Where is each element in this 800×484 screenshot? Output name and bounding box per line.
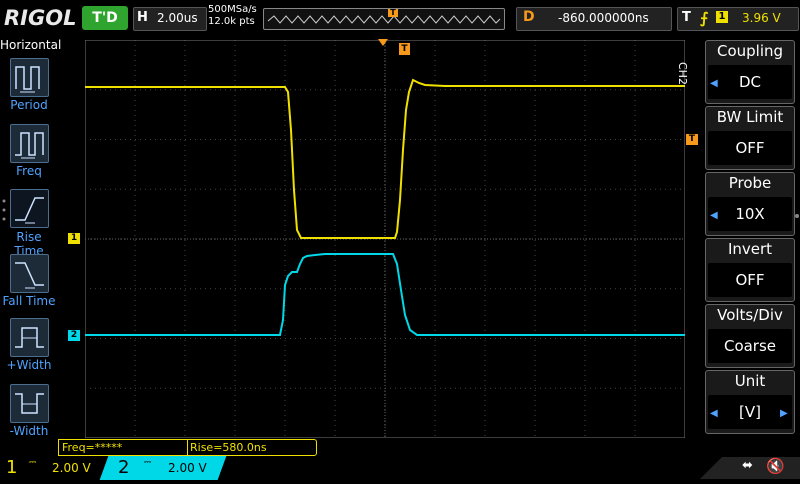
ch1-dc-coupling-icon: ⎓ (29, 458, 37, 468)
ch2-dc-coupling-icon: ⎓ (144, 458, 152, 468)
unit-title: Unit (734, 372, 766, 390)
brand-logo: RIGOL (4, 6, 77, 30)
ch2-number: 2 (118, 457, 130, 478)
invert-value: OFF (735, 271, 765, 289)
speaker-mute-icon: 🔇 (766, 457, 785, 475)
pos-width-button[interactable] (10, 318, 49, 357)
neg-width-button[interactable] (10, 384, 49, 423)
probe-title: Probe (728, 174, 772, 192)
horizontal-label: H (137, 10, 148, 25)
ch2-offset-marker[interactable]: 2 (68, 330, 80, 341)
bw-limit-value: OFF (735, 139, 765, 157)
trigger-center-marker (378, 39, 388, 46)
menu-page-dots (2, 198, 6, 222)
coupling-arrow-icon: ◀ (710, 78, 718, 89)
run-status-badge[interactable]: T'D (82, 6, 128, 30)
trigger-position-marker[interactable]: T (399, 43, 410, 55)
status-icons: ⬌ 🔇 (700, 455, 800, 480)
rise-time-icon (15, 197, 44, 224)
delay-value: -860.000000ns (558, 11, 649, 25)
coupling-title: Coupling (716, 42, 784, 60)
memory-waveform-preview (267, 15, 501, 24)
ch1-number: 1 (6, 457, 18, 478)
unit-right-arrow-icon: ▶ (780, 408, 788, 419)
pos-width-label: +Width (6, 358, 52, 372)
freq-measurement[interactable]: Freq=***** (58, 439, 190, 456)
pos-width-icon (15, 327, 44, 348)
ch1-status[interactable]: 1 ⎓ 2.00 V (0, 456, 110, 480)
rising-edge-icon: ⨍ (700, 9, 709, 27)
delay-label: D (523, 9, 535, 25)
left-menu-title: Horizontal (0, 38, 62, 52)
bw-limit-title: BW Limit (716, 108, 784, 126)
trigger-label: T (682, 10, 691, 25)
memory-depth: 12.0k pts (208, 16, 255, 27)
neg-width-icon (15, 393, 44, 414)
trigger-source: 1 (716, 11, 728, 23)
freq-label: Freq (16, 164, 42, 178)
ch2-scale: 2.00 V (168, 461, 207, 475)
fall-time-button[interactable] (10, 254, 49, 293)
period-button[interactable] (10, 58, 49, 97)
sample-rate: 500MSa/s (208, 4, 257, 15)
fall-time-label: Fall Time (2, 294, 56, 308)
probe-arrow-icon: ◀ (710, 210, 718, 221)
usb-icon: ⬌ (742, 458, 753, 473)
timebase-value: 2.00us (157, 11, 198, 25)
rise-measurement[interactable]: Rise=580.0ns (187, 439, 317, 456)
freq-button[interactable] (10, 124, 49, 163)
ch1-scale: 2.00 V (52, 461, 91, 475)
period-icon (15, 66, 40, 93)
memory-trigger-marker: T (388, 9, 398, 17)
coupling-value: DC (738, 73, 762, 91)
trigger-level: 3.96 V (742, 11, 781, 25)
unit-left-arrow-icon: ◀ (710, 408, 718, 419)
period-label: Period (10, 98, 48, 112)
memory-overview[interactable]: T (263, 8, 505, 30)
ch1-offset-marker[interactable]: 1 (68, 233, 80, 244)
right-menu-dot (794, 205, 799, 218)
probe-value: 10X (735, 205, 765, 223)
volts-div-title: Volts/Div (717, 306, 783, 324)
invert-title: Invert (727, 240, 773, 258)
freq-icon (15, 132, 44, 159)
fall-time-icon (15, 262, 44, 289)
channel-tag: CH2 (676, 62, 689, 85)
neg-width-label: -Width (9, 424, 49, 438)
volts-div-value: Coarse (723, 337, 777, 355)
waveform-display[interactable] (85, 40, 685, 438)
acquisition-info: 500MSa/s 12.0k pts (208, 4, 257, 28)
trigger-level-marker[interactable]: T (686, 134, 698, 145)
rise-time-button[interactable] (10, 189, 49, 228)
